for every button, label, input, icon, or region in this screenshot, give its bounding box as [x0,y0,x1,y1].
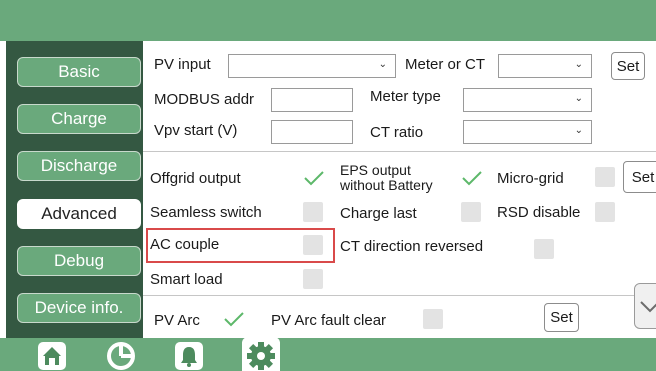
eps-output-label-line1: EPS output [340,162,411,178]
chevron-down-icon [640,301,656,313]
sidebar-item-charge[interactable]: Charge [17,104,141,134]
alarm-bell-icon[interactable] [174,341,204,371]
micro-grid-checkbox[interactable] [595,167,615,187]
chevron-down-icon: ⌄ [574,59,583,70]
charge-last-label: Charge last [340,205,417,222]
ct-direction-reversed-checkbox[interactable] [534,239,554,259]
home-icon[interactable] [37,341,67,371]
micro-grid-label: Micro-grid [497,170,564,187]
set-button-section3[interactable]: Set [544,303,579,332]
seamless-switch-checkbox[interactable] [303,202,323,222]
smart-load-label: Smart load [150,271,223,288]
pv-input-select[interactable]: ⌄ [228,54,396,78]
pv-arc-fault-clear-checkbox[interactable] [423,309,443,329]
sidebar-item-basic[interactable]: Basic [17,57,141,87]
meter-type-select[interactable]: ⌄ [463,88,592,112]
set-button-section2[interactable]: Set [623,161,656,193]
sidebar-item-advanced[interactable]: Advanced [17,199,141,229]
expand-button[interactable] [634,283,656,329]
chevron-down-icon: ⌄ [574,125,583,136]
charge-last-checkbox[interactable] [461,202,481,222]
section-divider [143,295,656,296]
eps-output-checkbox[interactable] [461,168,482,188]
seamless-switch-label: Seamless switch [150,204,262,221]
pv-arc-checkbox[interactable] [223,309,244,329]
bottom-nav-bar [0,338,656,371]
advanced-settings-panel: PV input ⌄ Meter or CT ⌄ Set MODBUS addr… [143,41,656,338]
settings-gear-icon[interactable] [242,337,280,371]
ac-couple-label: AC couple [150,236,220,253]
sidebar-item-device-info[interactable]: Device info. [17,293,141,323]
smart-load-checkbox[interactable] [303,269,323,289]
sidebar-item-discharge[interactable]: Discharge [17,151,141,181]
pie-chart-icon[interactable] [106,341,136,371]
ac-couple-checkbox[interactable] [303,235,323,255]
meter-or-ct-label: Meter or CT [405,56,486,73]
chevron-down-icon: ⌄ [574,93,583,104]
vpv-start-label: Vpv start (V) [154,122,238,139]
check-icon [304,171,324,186]
set-button-section1[interactable]: Set [611,52,645,80]
modbus-addr-input[interactable] [271,88,353,112]
offgrid-output-checkbox[interactable] [303,168,324,188]
rsd-disable-label: RSD disable [497,204,581,221]
check-icon [462,171,482,186]
modbus-addr-label: MODBUS addr [154,91,255,108]
sidebar: Basic Charge Discharge Advanced Debug De… [6,41,143,338]
eps-output-label-line2: without Battery [340,177,433,193]
meter-or-ct-select[interactable]: ⌄ [498,54,592,78]
top-bar [0,0,656,41]
ct-direction-reversed-label: CT direction reversed [340,238,484,255]
chevron-down-icon: ⌄ [378,59,387,70]
vpv-start-input[interactable] [271,120,353,144]
meter-type-label: Meter type [370,88,441,105]
ct-ratio-select[interactable]: ⌄ [463,120,592,144]
ct-ratio-label: CT ratio [370,124,424,141]
pv-input-label: PV input [154,56,211,73]
rsd-disable-checkbox[interactable] [595,202,615,222]
section-divider [143,151,656,152]
offgrid-output-label: Offgrid output [150,170,241,187]
pv-arc-fault-clear-label: PV Arc fault clear [271,312,387,329]
sidebar-item-debug[interactable]: Debug [17,246,141,276]
check-icon [224,312,244,327]
pv-arc-label: PV Arc [154,312,200,329]
